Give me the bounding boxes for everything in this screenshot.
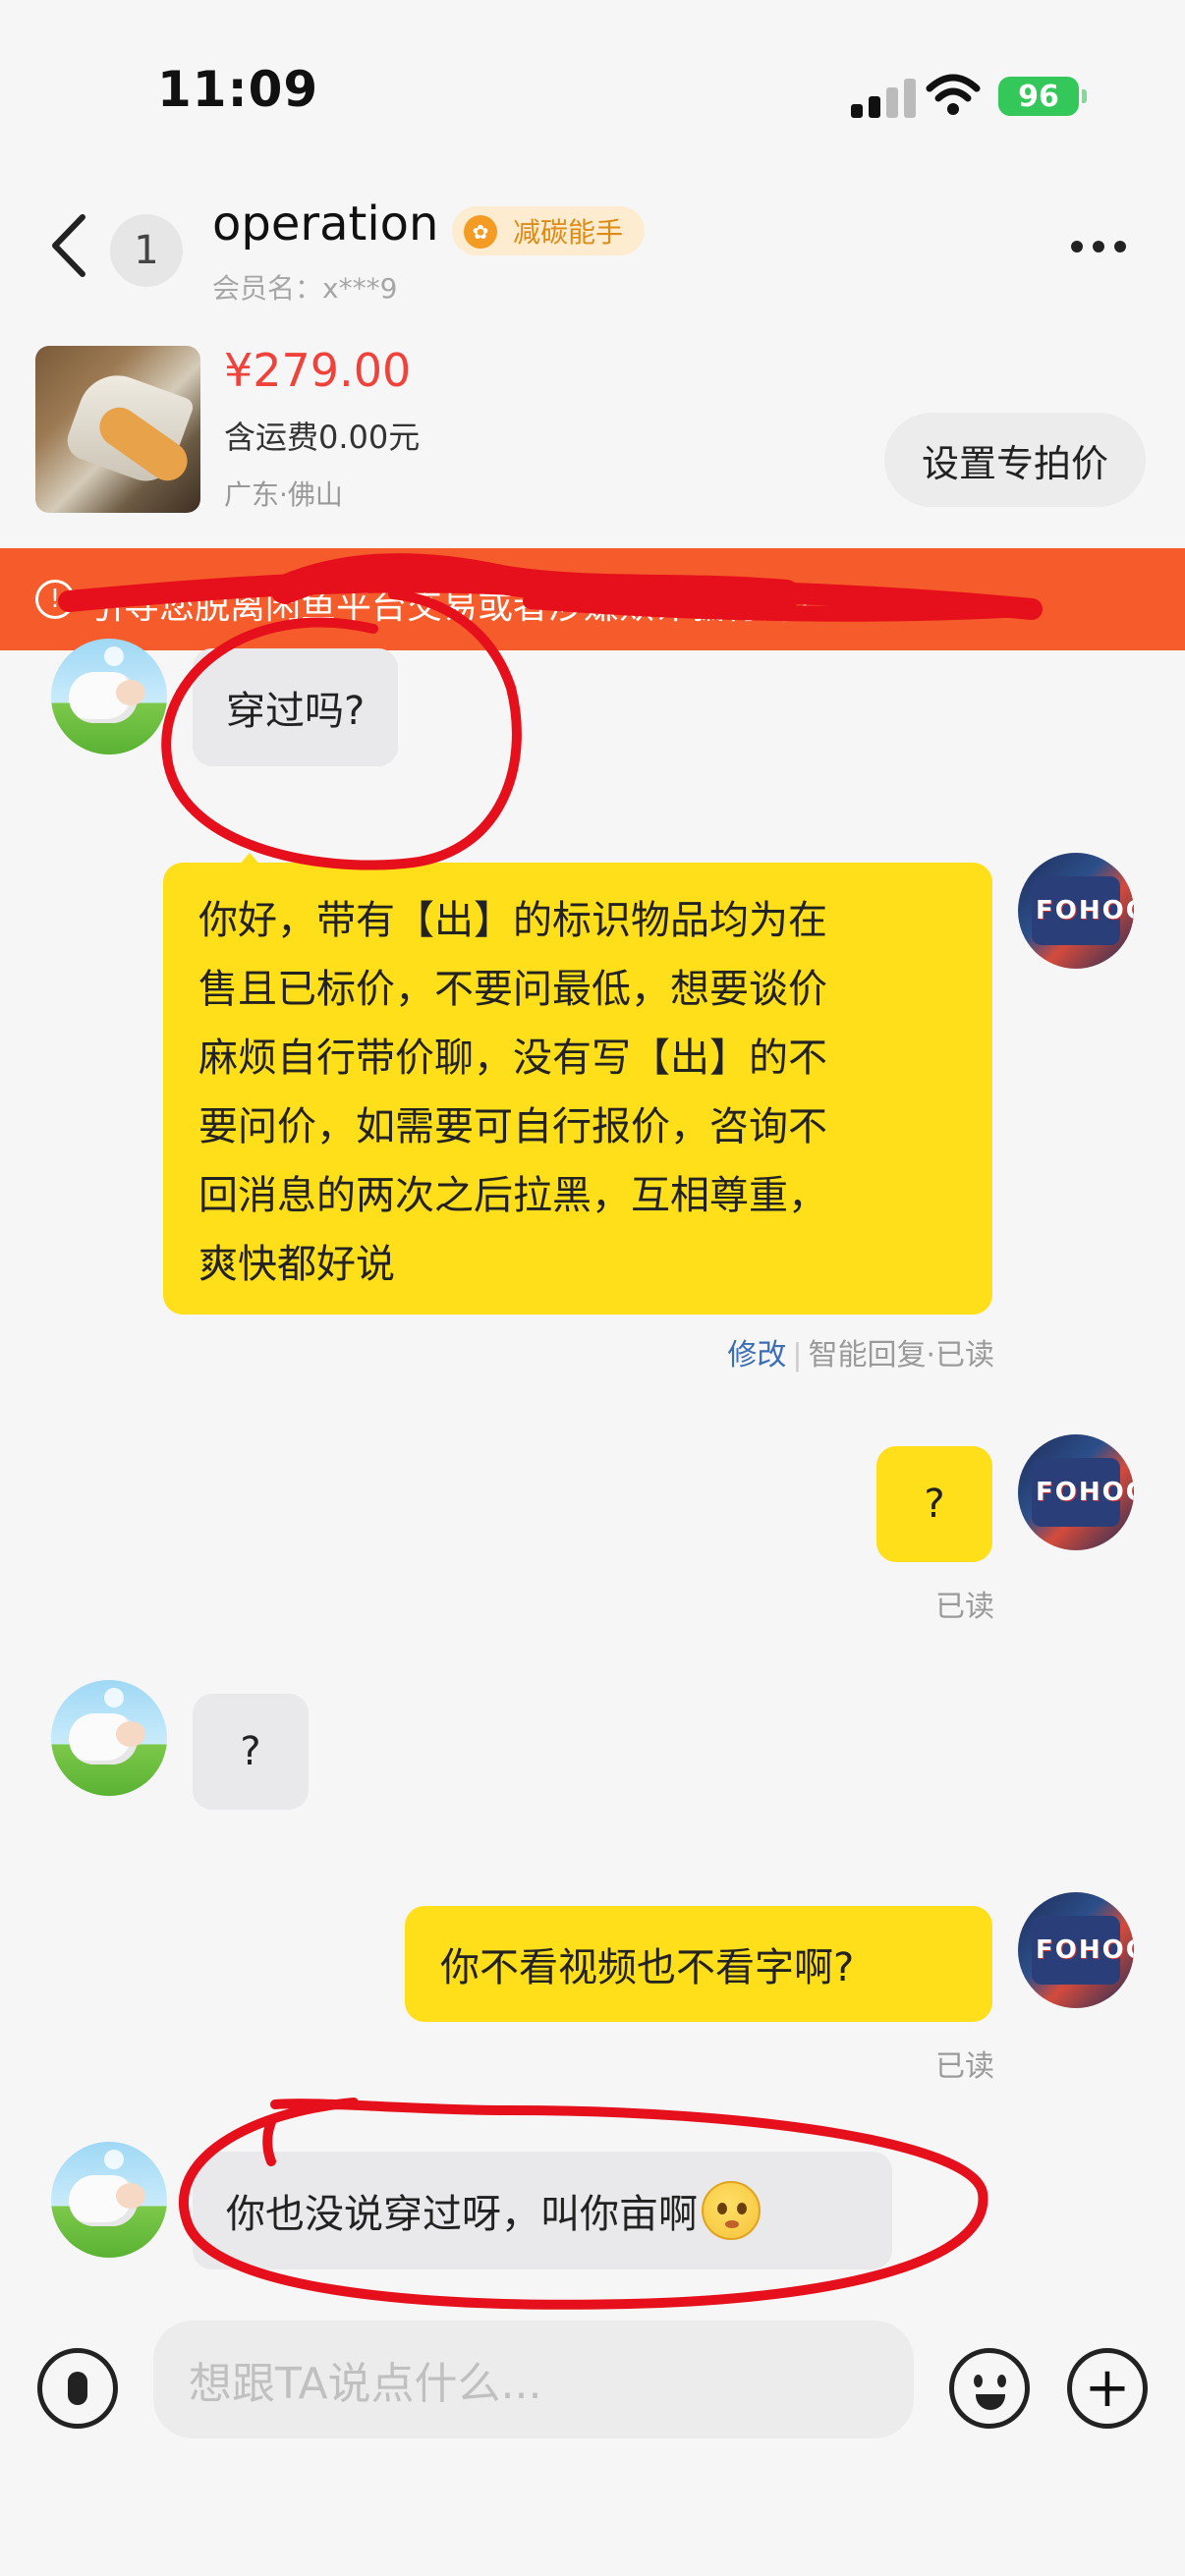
microphone-icon <box>68 2372 87 2405</box>
voice-input-button[interactable] <box>37 2348 118 2429</box>
unread-count-badge[interactable]: 1 <box>110 214 183 287</box>
message-status: 已读 <box>935 1590 994 1624</box>
message-status: 已读 <box>935 2049 994 2084</box>
leaf-icon: ✿ <box>464 215 497 249</box>
warning-banner[interactable]: ! 引导您脱离闲鱼平台交易或者涉嫌欺诈骗行为！ <box>0 548 1185 650</box>
more-actions-button[interactable]: + <box>1067 2348 1148 2429</box>
worried-face-emoji-icon <box>702 2181 761 2240</box>
battery-indicator: 96 <box>998 77 1087 116</box>
message-bubble[interactable]: 你好，带有【出】的标识物品均为在 售且已标价，不要问最低，想要谈价 麻烦自行带价… <box>163 863 992 1315</box>
contact-name[interactable]: operation <box>212 196 438 252</box>
message-line: 麻烦自行带价聊，没有写【出】的不 <box>198 1036 827 1081</box>
eco-badge-label: 减碳能手 <box>513 216 624 249</box>
message-meta: 修改 | 智能回复·已读 <box>727 1338 994 1372</box>
edit-reply-link[interactable]: 修改 <box>727 1338 786 1372</box>
warning-text: 引导您脱离闲鱼平台交易或者涉嫌欺诈骗行为！ <box>88 587 832 627</box>
my-avatar[interactable]: FOHOOP <box>1018 853 1134 969</box>
message-bubble[interactable]: 穿过吗? <box>193 648 399 766</box>
contact-avatar[interactable] <box>51 2142 167 2258</box>
product-price: ¥279.00 <box>224 344 412 397</box>
warning-icon: ! <box>35 580 75 619</box>
message-input[interactable]: 想跟TA说点什么... <box>153 2321 914 2438</box>
status-time: 11:09 <box>157 61 319 118</box>
message-bubble[interactable]: ? <box>193 1694 309 1810</box>
message-bubble[interactable]: ? <box>876 1446 992 1562</box>
message-bubble[interactable]: 你也没说穿过呀，叫你亩啊 <box>193 2152 892 2269</box>
message-text: 你也没说穿过呀，叫你亩啊 <box>226 2192 698 2237</box>
message-line: 售且已标价，不要问最低，想要谈价 <box>198 967 827 1012</box>
emoji-picker-button[interactable] <box>949 2348 1030 2429</box>
message-status: 智能回复·已读 <box>808 1338 994 1372</box>
back-icon[interactable] <box>45 211 94 280</box>
eco-badge[interactable]: ✿ 减碳能手 <box>452 206 646 255</box>
message-line: 爽快都好说 <box>198 1242 395 1287</box>
more-options-icon[interactable] <box>1071 232 1140 261</box>
message-line: 要问价，如需要可自行报价，咨询不 <box>198 1104 827 1149</box>
set-special-price-button[interactable]: 设置专拍价 <box>884 413 1146 507</box>
message-bubble[interactable]: 你不看视频也不看字啊? <box>405 1906 992 2022</box>
product-thumbnail[interactable] <box>35 346 200 513</box>
member-name: 会员名：x***9 <box>212 272 398 305</box>
contact-avatar[interactable] <box>51 1680 167 1796</box>
contact-avatar[interactable] <box>51 639 167 755</box>
message-line: 回消息的两次之后拉黑，互相尊重， <box>198 1173 827 1218</box>
my-avatar[interactable]: FOHOOP <box>1018 1892 1134 2008</box>
product-location: 广东·佛山 <box>224 478 343 511</box>
message-line: 你好，带有【出】的标识物品均为在 <box>198 898 827 943</box>
my-avatar[interactable]: FOHOOP <box>1018 1434 1134 1550</box>
product-shipping: 含运费0.00元 <box>224 419 421 456</box>
cellular-signal-icon <box>851 79 916 118</box>
wifi-icon <box>926 74 981 115</box>
